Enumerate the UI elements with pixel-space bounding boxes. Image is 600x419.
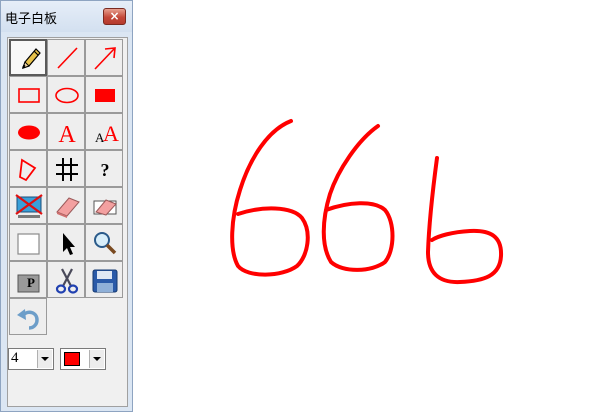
area-eraser-icon [93,199,117,216]
save-tool-button[interactable] [85,261,123,298]
pencil-tool-button[interactable] [9,39,47,76]
polygon-icon [19,158,37,182]
cut-tool-button[interactable] [47,261,85,298]
rectangle-filled-icon [95,89,115,102]
zoom-tool-button[interactable] [85,224,123,261]
text-tool-button[interactable]: A [47,113,85,150]
pointer-tool-button[interactable] [47,224,85,261]
ellipse-tool-button[interactable] [47,76,85,113]
rectangle-outline-icon [18,88,40,103]
undo-tool-button[interactable] [9,298,47,335]
filled-rectangle-tool-button[interactable] [85,76,123,113]
select-area-tool-button[interactable] [9,224,47,261]
select-area-icon [17,233,40,255]
text-icon: A [58,122,76,148]
svg-text:?: ? [101,160,110,180]
handwritten-stroke-6-second [321,124,395,272]
ellipse-filled-icon [18,125,40,140]
area-eraser-tool-button[interactable] [85,187,123,224]
svg-text:A: A [103,121,119,146]
polygon-tool-button[interactable] [9,150,47,187]
floppy-disk-icon [92,269,118,293]
chevron-down-icon[interactable] [89,350,104,368]
help-tool-button[interactable]: ? [85,150,123,187]
clear-screen-tool-button[interactable] [9,187,47,224]
grid-icon [56,158,78,181]
line-icon [57,47,78,69]
window-title: 电子白板 [5,12,58,27]
grid-tool-button[interactable] [47,150,85,187]
color-select[interactable] [60,348,106,370]
undo-icon [17,309,39,330]
svg-text:A: A [58,122,76,148]
svg-text:P: P [27,275,35,290]
handwritten-stroke-6-third [426,156,504,285]
clear-screen-icon [15,194,43,218]
pencil-icon [22,48,41,69]
rectangle-tool-button[interactable] [9,76,47,113]
whiteboard-tool-palette: 电子白板 × A A A ? P 4 [0,0,133,412]
chevron-down-icon[interactable] [37,350,52,368]
handwritten-stroke-6-first [230,119,310,277]
line-width-select[interactable]: 4 [8,348,54,370]
close-icon: × [109,9,120,23]
close-button[interactable]: × [103,8,126,25]
drawing-canvas[interactable] [133,0,600,419]
magnifier-icon [94,232,117,255]
color-swatch [64,352,80,366]
eraser-icon [56,197,80,218]
title-bar[interactable]: 电子白板 × [1,1,132,32]
font-size-tool-button[interactable]: A A [85,113,123,150]
help-icon: ? [101,160,110,180]
font-size-icon: A A [95,121,119,146]
paste-tool-button[interactable]: P [9,261,47,298]
arrow-tool-button[interactable] [85,39,123,76]
paste-icon: P [17,274,40,293]
filled-ellipse-tool-button[interactable] [9,113,47,150]
line-tool-button[interactable] [47,39,85,76]
tool-panel: A A A ? P 4 [7,37,128,407]
line-width-value: 4 [11,350,19,366]
eraser-tool-button[interactable] [47,187,85,224]
pointer-icon [63,233,75,255]
ellipse-outline-icon [55,87,79,104]
scissors-icon [55,268,79,294]
arrow-icon [94,47,116,70]
